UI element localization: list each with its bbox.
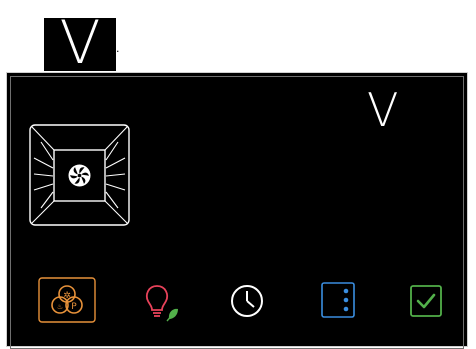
mode-mark-letter: V [59,18,101,71]
timer-button[interactable] [225,279,269,323]
special-programs-button[interactable]: ✲ ♨ P [38,277,96,323]
mode-indicator-letter: V [367,83,399,137]
options-menu-button[interactable] [316,278,360,322]
svg-text:♨: ♨ [57,303,63,311]
confirm-button[interactable] [404,279,448,323]
oven-fan-program-tile[interactable] [29,124,130,226]
mark-dot: . [116,42,120,55]
clock-icon [231,285,263,317]
oven-display-panel: V ✲ ♨ P [6,72,469,349]
eco-light-button[interactable] [135,279,179,323]
mode-mark-badge: V [44,18,116,71]
svg-text:✲: ✲ [63,291,71,301]
checkmark-icon [410,285,442,317]
vertical-dots-icon [321,282,355,318]
svg-text:P: P [71,302,77,312]
eco-light-icon [145,285,178,322]
fan-icon [68,164,91,187]
bottom-toolbar: ✲ ♨ P [7,273,469,333]
oven-cavity-icon [29,124,130,226]
top-strip: V . [0,0,476,71]
special-programs-icon: ✲ ♨ P [38,277,96,323]
